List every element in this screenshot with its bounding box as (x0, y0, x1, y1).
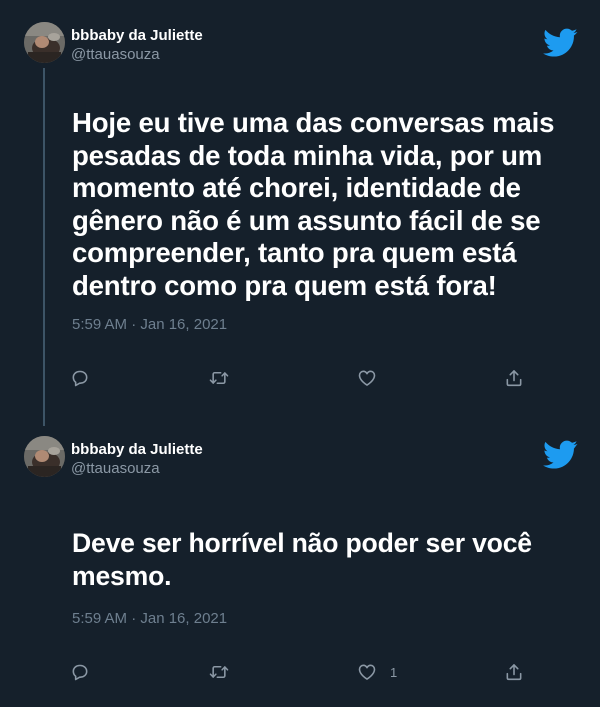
like-button[interactable]: 1 (357, 660, 397, 684)
twitter-bird-icon[interactable] (543, 440, 578, 470)
like-count: 1 (390, 664, 398, 680)
share-icon (506, 370, 522, 387)
author-info[interactable]: bbbaby da Juliette @ttauasouza (71, 26, 203, 64)
avatar[interactable] (24, 22, 65, 63)
heart-icon (358, 370, 376, 386)
heart-icon (358, 664, 376, 680)
share-icon (506, 664, 522, 681)
tweet-thread: bbbaby da Juliette @ttauasouza Hoje eu t… (0, 0, 600, 707)
retweet-button[interactable] (208, 660, 230, 684)
tweet-text: Deve ser horrível não poder ser você mes… (72, 528, 532, 591)
share-button[interactable] (504, 660, 524, 684)
author-handle[interactable]: @ttauasouza (71, 45, 203, 64)
reply-icon (72, 370, 88, 387)
retweet-button[interactable] (208, 366, 230, 390)
avatar[interactable] (24, 436, 65, 477)
reply-icon (72, 664, 88, 681)
reply-button[interactable] (70, 660, 90, 684)
tweet-timestamp[interactable]: 5:59 AM · Jan 16, 2021 (72, 610, 227, 627)
retweet-icon (209, 371, 229, 385)
author-display-name[interactable]: bbbaby da Juliette (71, 26, 203, 45)
tweet-actions (70, 366, 540, 390)
tweet: bbbaby da Juliette @ttauasouza Hoje eu t… (0, 0, 600, 420)
tweet-timestamp[interactable]: 5:59 AM · Jan 16, 2021 (72, 316, 227, 333)
author-handle[interactable]: @ttauasouza (71, 459, 203, 478)
tweet-text: Hoje eu tive uma das conversas mais pesa… (72, 107, 555, 301)
tweet: bbbaby da Juliette @ttauasouza Deve ser … (0, 420, 600, 707)
tweet-actions: 1 (70, 660, 540, 684)
twitter-bird-icon[interactable] (543, 28, 578, 58)
like-button[interactable] (357, 366, 390, 390)
retweet-icon (209, 665, 229, 679)
share-button[interactable] (504, 366, 524, 390)
author-display-name[interactable]: bbbaby da Juliette (71, 440, 203, 459)
author-info[interactable]: bbbaby da Juliette @ttauasouza (71, 440, 203, 478)
reply-button[interactable] (70, 366, 90, 390)
